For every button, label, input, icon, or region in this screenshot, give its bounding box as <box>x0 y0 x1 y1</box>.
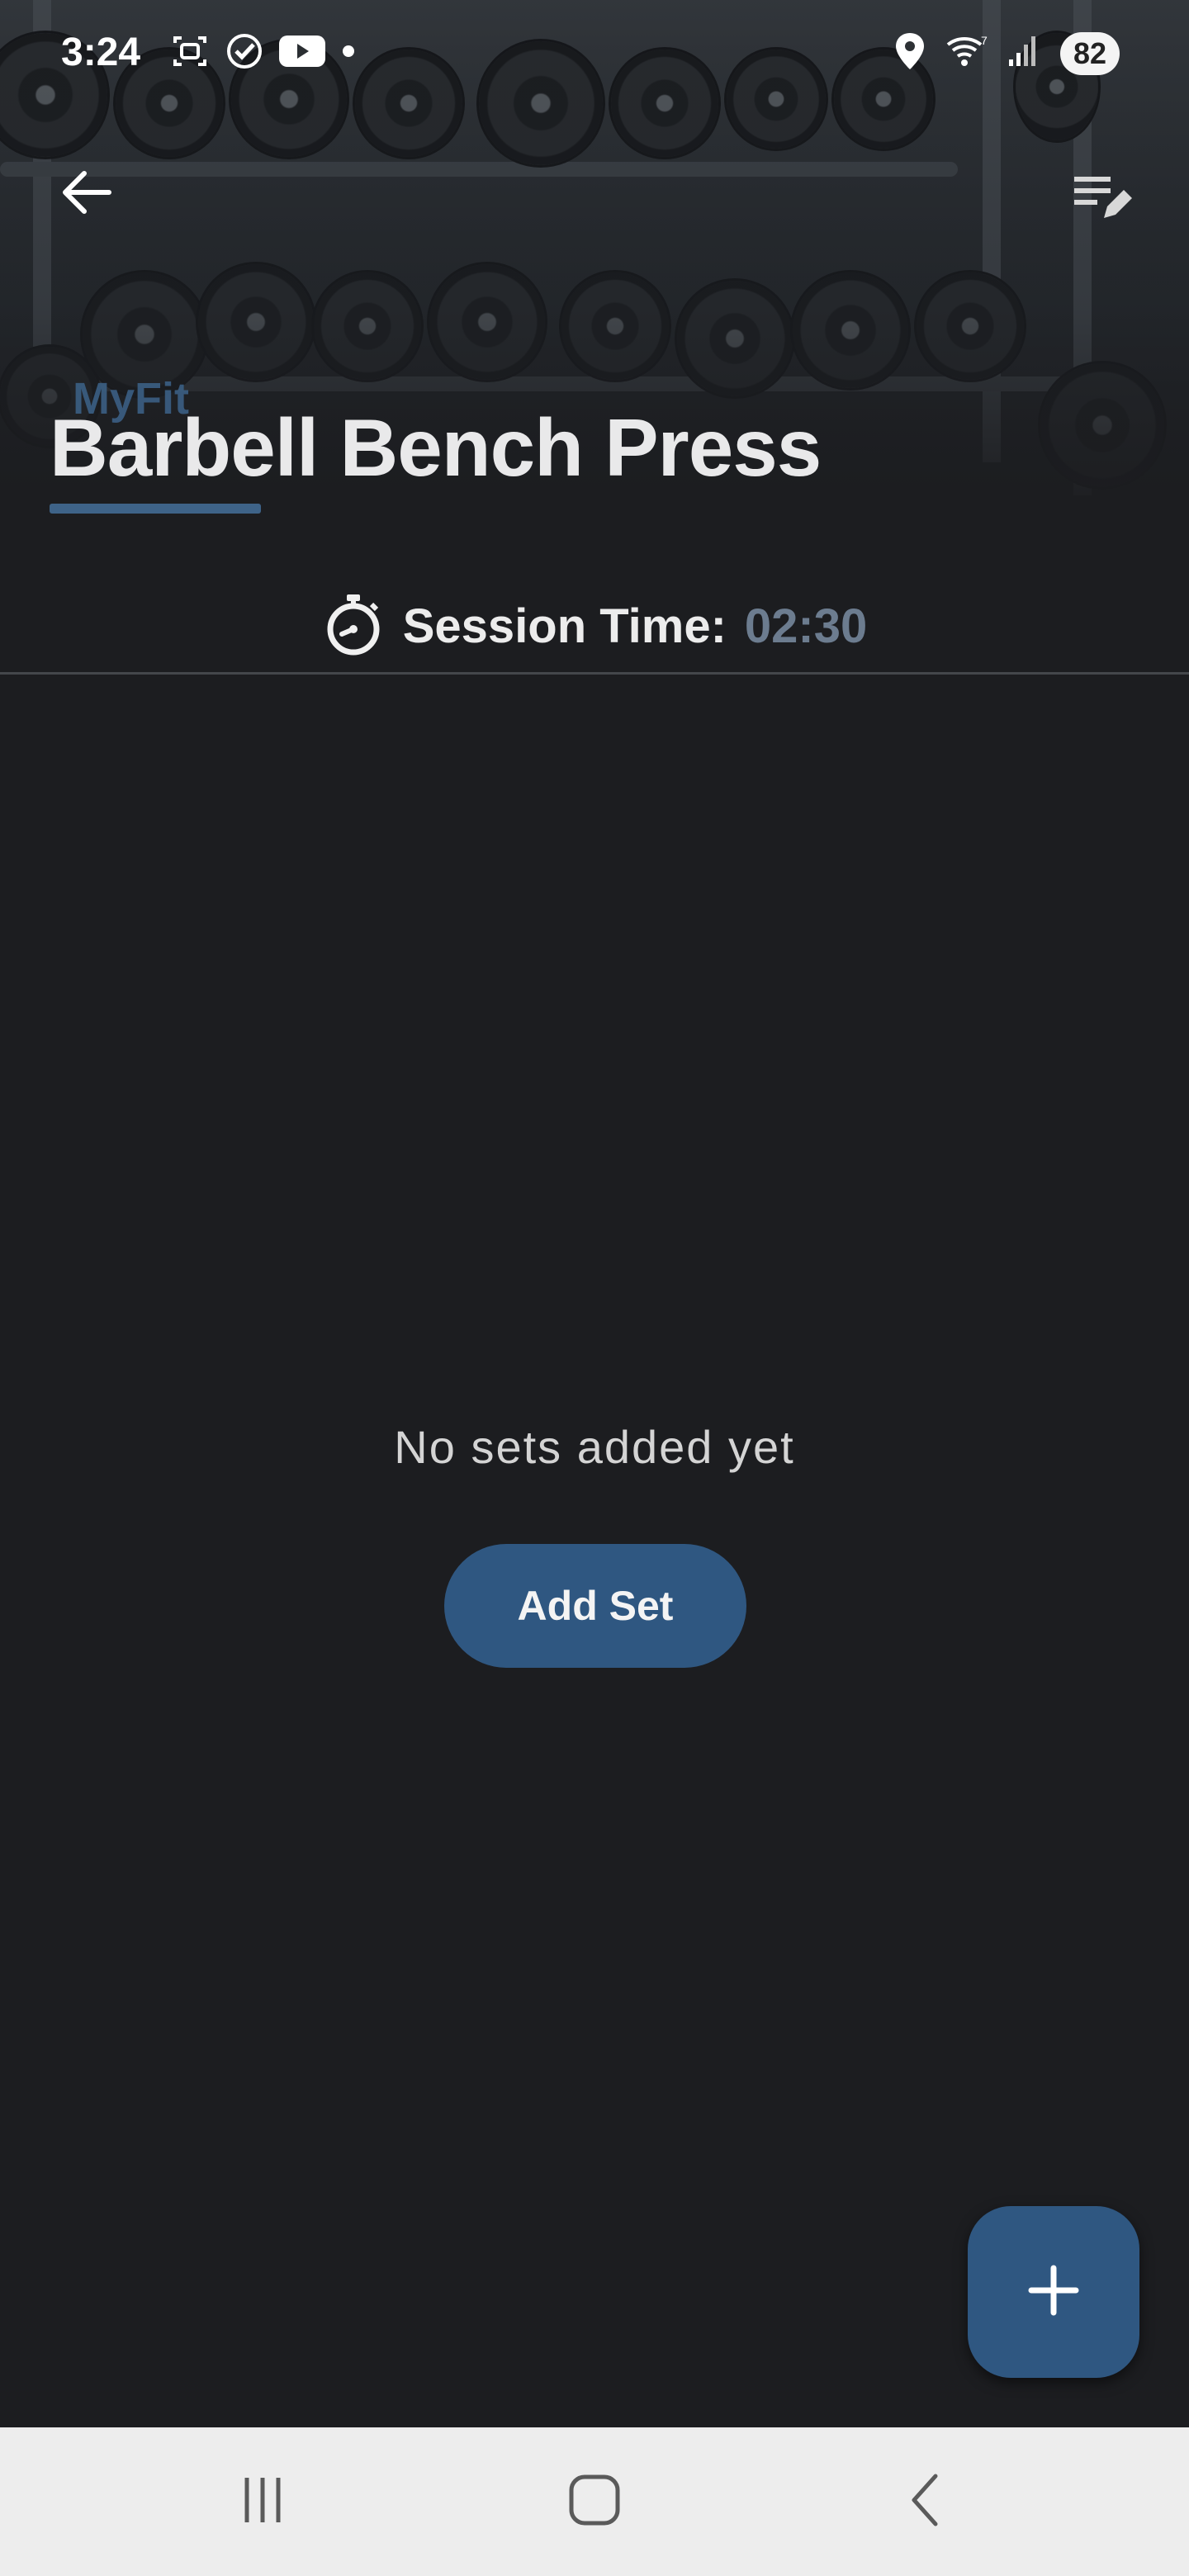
session-time-label: Session Time: <box>402 599 727 653</box>
battery-indicator: 82 <box>1059 31 1120 75</box>
status-icons-right: 7 82 <box>893 31 1120 75</box>
system-back-button[interactable] <box>844 2427 1009 2576</box>
svg-text:7: 7 <box>981 34 988 47</box>
add-fab-button[interactable] <box>968 2206 1139 2378</box>
empty-state-message: No sets added yet <box>394 1421 795 1473</box>
location-icon <box>893 31 926 75</box>
divider <box>0 672 1189 675</box>
system-nav-bar <box>0 2427 1189 2576</box>
recent-apps-icon <box>234 2471 291 2533</box>
recent-apps-button[interactable] <box>180 2427 345 2576</box>
status-bar: 3:24 7 82 <box>0 0 1189 112</box>
youtube-icon <box>279 34 325 73</box>
status-time: 3:24 <box>61 31 141 74</box>
session-time-row: Session Time: 02:30 <box>0 578 1189 674</box>
stopwatch-icon <box>322 593 385 660</box>
screenshot-icon <box>170 31 210 75</box>
wifi-icon: 7 <box>945 33 988 73</box>
arrow-left-icon <box>58 163 116 225</box>
signal-icon <box>1006 33 1042 73</box>
edit-notes-button[interactable] <box>1065 162 1139 236</box>
home-icon <box>566 2471 623 2533</box>
list-edit-icon <box>1071 170 1134 229</box>
status-icons-left <box>170 31 357 75</box>
add-set-button[interactable]: Add Set <box>444 1544 746 1668</box>
back-icon <box>898 2471 955 2533</box>
home-button[interactable] <box>512 2427 677 2576</box>
back-button[interactable] <box>50 157 124 231</box>
session-time-value: 02:30 <box>744 599 868 653</box>
page-title: Barbell Bench Press <box>50 402 822 493</box>
dot-icon <box>340 43 357 64</box>
plus-icon <box>1025 2261 1082 2323</box>
title-underline <box>50 504 261 514</box>
check-circle-icon <box>225 31 264 75</box>
